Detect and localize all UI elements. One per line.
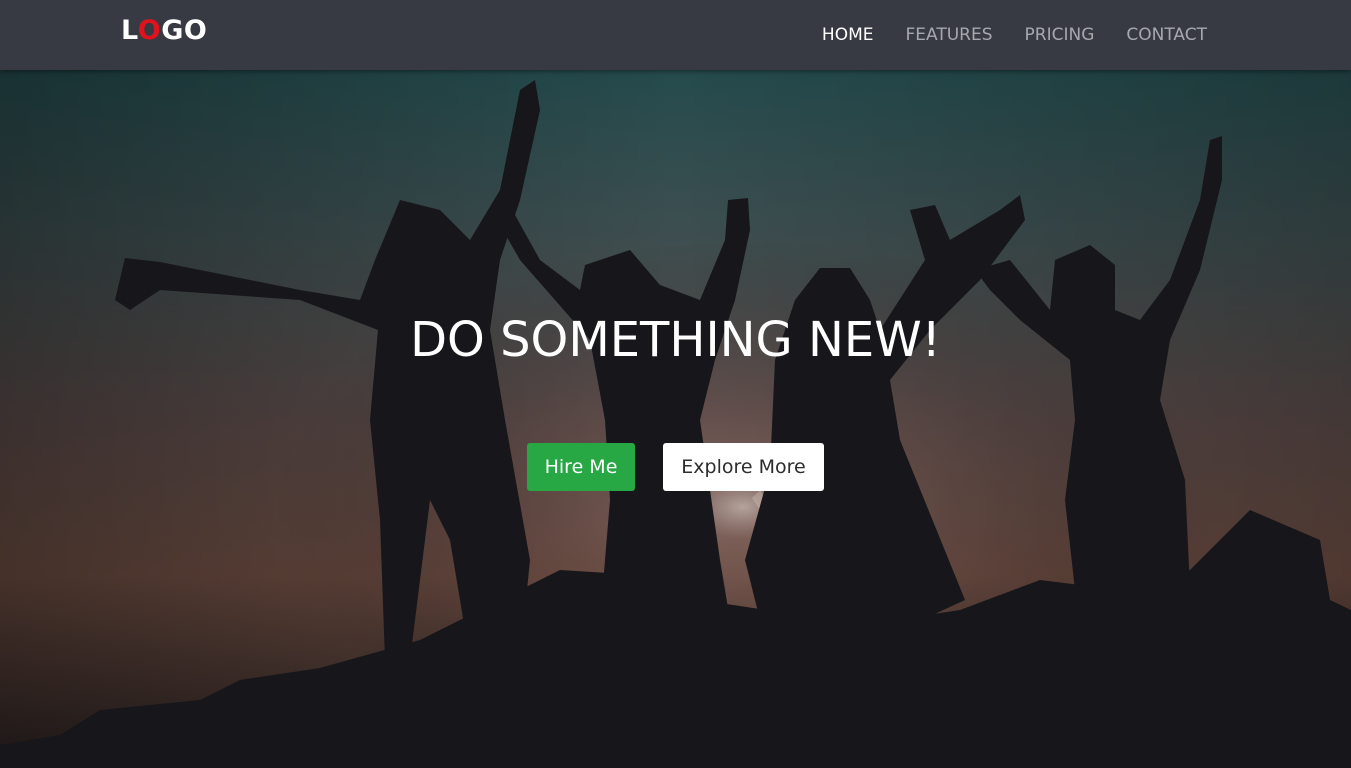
hero-title: DO SOMETHING NEW! (410, 312, 941, 368)
hero-background-image (0, 0, 1351, 768)
nav-link-features[interactable]: FEATURES (906, 24, 993, 46)
logo[interactable]: LOGO (121, 14, 207, 48)
logo-letters-go: GO (161, 15, 208, 46)
logo-letter-o: O (137, 15, 162, 46)
nav-link-contact[interactable]: CONTACT (1126, 24, 1207, 46)
hire-me-button[interactable]: Hire Me (527, 443, 635, 491)
page: LOGO HOME FEATURES PRICING CONTACT DO SO… (0, 0, 1351, 768)
nav-link-pricing[interactable]: PRICING (1025, 24, 1095, 46)
logo-letter-l: L (121, 15, 138, 46)
nav-link-home[interactable]: HOME (822, 24, 874, 46)
explore-more-button[interactable]: Explore More (663, 443, 824, 491)
navbar: LOGO HOME FEATURES PRICING CONTACT (0, 0, 1351, 70)
main-nav: HOME FEATURES PRICING CONTACT (822, 24, 1207, 46)
